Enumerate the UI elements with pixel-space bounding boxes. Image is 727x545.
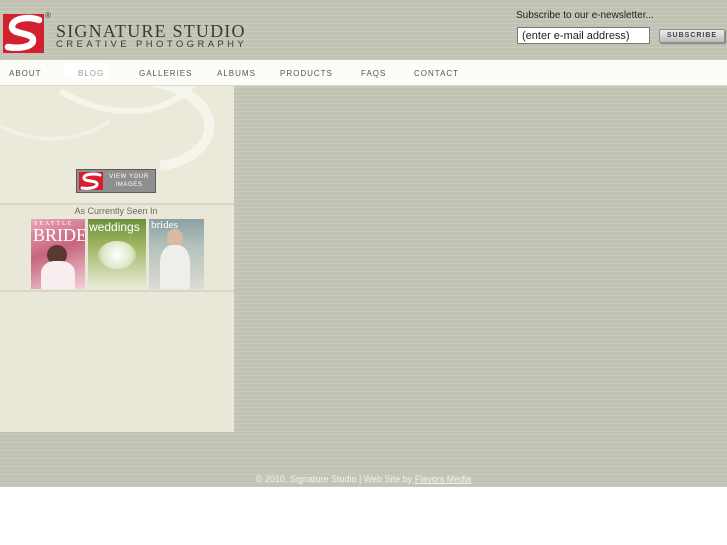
signature-studio-logo-icon[interactable] [3, 14, 44, 53]
view-images-label: VIEW YOUR IMAGES [103, 173, 155, 189]
main-navigation: ABOUT BLOG GALLERIES ALBUMS PRODUCTS FAQ… [0, 60, 727, 86]
subscribe-button[interactable]: SUBSCRIBE [659, 29, 725, 43]
view-images-line2: IMAGES [115, 182, 143, 188]
sidebar-divider [0, 203, 234, 205]
newsletter-label: Subscribe to our e-newsletter... [516, 10, 654, 21]
nav-products[interactable]: PRODUCTS [280, 69, 333, 78]
as-seen-in-label: As Currently Seen In [74, 206, 158, 216]
brand-tagline: CREATIVE PHOTOGRAPHY [56, 39, 248, 50]
nav-blog[interactable]: BLOG [78, 69, 104, 78]
nav-contact[interactable]: CONTACT [414, 69, 459, 78]
view-images-line1: VIEW YOUR [109, 174, 149, 180]
main-content-area [234, 86, 727, 432]
cover-model-dress [41, 261, 75, 289]
magazine-cover-brides[interactable]: brides [149, 219, 204, 289]
cover-model-dress [160, 245, 190, 289]
nav-galleries[interactable]: GALLERIES [139, 69, 192, 78]
flavors-media-link[interactable]: Flavors Media [415, 474, 472, 484]
nav-albums[interactable]: ALBUMS [217, 69, 256, 78]
magazine-cover-seattle-bride[interactable]: SEATTLE BRIDE [31, 219, 85, 289]
registered-mark: ® [45, 11, 51, 20]
sidebar: VIEW YOUR IMAGES As Currently Seen In SE… [0, 86, 234, 432]
magazine-cover-weddings[interactable]: weddings [88, 219, 146, 289]
copyright-label: © 2010, Signature Studio | Web Site by [255, 474, 415, 484]
email-field[interactable] [517, 27, 650, 44]
site-header: ® SIGNATURE STUDIO CREATIVE PHOTOGRAPHY … [0, 0, 727, 60]
magazine-title: weddings [89, 220, 140, 234]
signature-logo-icon [79, 172, 103, 190]
nav-about[interactable]: ABOUT [9, 69, 42, 78]
sidebar-promo: VIEW YOUR IMAGES [0, 86, 234, 203]
cover-bouquet [98, 241, 136, 269]
view-your-images-button[interactable]: VIEW YOUR IMAGES [76, 169, 156, 193]
magazine-title-line2: BRIDE [33, 225, 85, 245]
sidebar-divider [0, 290, 234, 292]
nav-faqs[interactable]: FAQS [361, 69, 386, 78]
copyright-text: © 2010, Signature Studio | Web Site by F… [0, 474, 727, 484]
